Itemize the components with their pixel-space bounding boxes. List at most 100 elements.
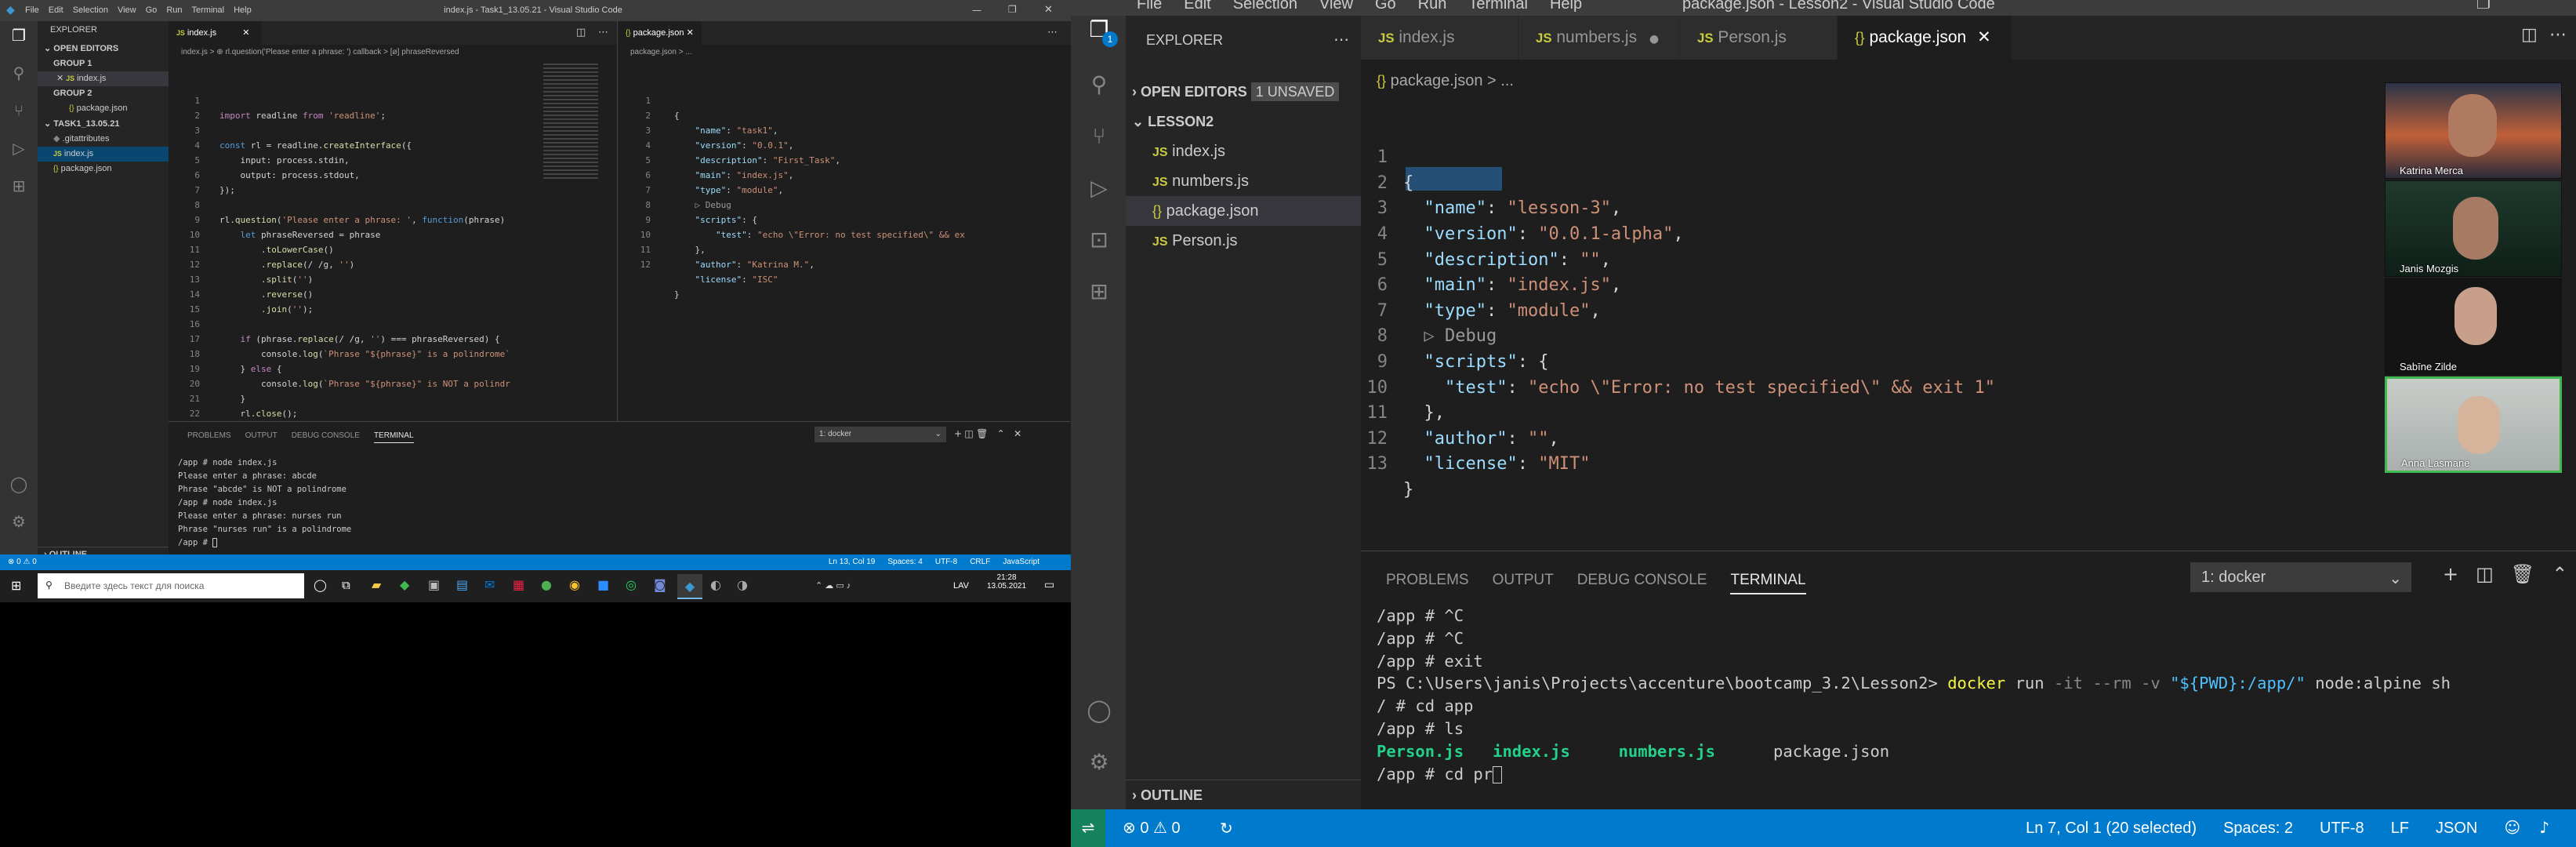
tab-index-js[interactable]: JS index.js [1361,16,1518,60]
more-actions-icon[interactable]: ⋯ [2549,27,2567,44]
trash-icon[interactable]: 🗑 [976,429,988,438]
remote-explorer-icon[interactable]: ⊡ [1087,229,1112,254]
settings-gear-icon[interactable]: ⚙ [9,514,28,533]
more-actions-icon[interactable]: ⋯ [1047,27,1058,38]
tab-package-json[interactable]: {} package.json ✕ [618,21,702,45]
tab-problems[interactable]: PROBLEMS [1386,572,1469,588]
status-language[interactable]: JavaScript [1003,558,1039,566]
participant-video-1[interactable]: Katrina Merca [2385,82,2562,179]
zoom-icon[interactable]: ■ [597,579,609,591]
more-actions-icon[interactable]: ⋯ [1333,31,1349,47]
tab-output[interactable]: OUTPUT [1493,572,1554,588]
chrome-icon[interactable]: ◉ [569,579,580,591]
close-window-icon[interactable]: ✕ [1044,5,1053,15]
menu-selection[interactable]: Selection [68,0,113,21]
add-terminal-icon[interactable]: + [2443,565,2458,583]
explorer-icon[interactable]: ❐ [9,27,28,46]
tab-numbers-js[interactable]: JS numbers.js ● [1518,16,1679,60]
app-icon[interactable]: ◆ [400,579,409,591]
split-editor-icon[interactable]: ◫ [576,27,586,38]
task-view-icon[interactable]: ⧉ [342,580,350,591]
restore-icon[interactable]: ❐ [2476,0,2491,11]
folder-header[interactable]: ⌄ LESSON2 [1126,107,1361,136]
file-index-js[interactable]: JS index.js [1126,136,1361,166]
file-explorer-icon[interactable]: ▰ [372,579,381,591]
cortana-icon[interactable]: ◯ [314,580,327,591]
tab-package-json[interactable]: {} package.json ✕ [1838,16,2012,60]
status-encoding[interactable]: UTF-8 [935,558,957,566]
minimap[interactable] [543,64,598,181]
outline-header[interactable]: › OUTLINE [1126,780,1361,809]
more-actions-icon[interactable]: ⋯ [598,27,608,38]
maximize-panel-icon[interactable]: ⌃ [997,429,1005,438]
status-eol[interactable]: LF [2391,820,2409,837]
menu-view[interactable]: View [1319,0,1353,13]
status-language[interactable]: JSON [2436,820,2477,837]
menu-edit[interactable]: Edit [44,0,68,21]
participant-video-2[interactable]: Janis Mozgis [2385,180,2562,277]
tray-clock[interactable]: 21:28 13.05.2021 [983,573,1030,591]
source-control-icon[interactable]: ⑂ [1087,125,1112,151]
app-icon[interactable]: ◑ [737,579,748,591]
tab-output[interactable]: OUTPUT [245,431,278,440]
json-lines[interactable]: { "name": "task1", "version": "0.0.1", "… [674,108,965,302]
unsaved-dot-icon[interactable]: ● [1649,34,1659,45]
terminal-select[interactable]: 1: docker ⌄ [815,427,946,442]
file-package-json[interactable]: {} package.json [38,162,169,176]
source-control-icon[interactable]: ⑂ [9,103,28,122]
notification-icon[interactable]: ▭ [1044,580,1054,591]
menu-run[interactable]: Run [161,0,187,21]
remote-indicator-icon[interactable]: ⇌ [1071,809,1105,847]
menu-edit[interactable]: Edit [1184,0,1210,13]
open-editors-header[interactable]: › OPEN EDITORS 1 UNSAVED [1126,77,1361,107]
account-icon[interactable]: ◯ [9,476,28,495]
close-icon[interactable]: ✕ [242,28,249,37]
tab-debug-console[interactable]: DEBUG CONSOLE [1577,572,1707,588]
minimize-icon[interactable]: — [972,5,981,15]
status-indent[interactable]: Spaces: 2 [2223,820,2293,837]
menu-file[interactable]: File [20,0,44,21]
close-icon[interactable]: ✕ [1977,29,1991,45]
windows-start-icon[interactable]: ⊞ [11,580,21,592]
search-icon[interactable]: ⚲ [9,65,28,84]
app-icon[interactable]: ▤ [456,579,468,591]
participant-video-3[interactable]: Sabīne Zilde [2385,278,2562,375]
menu-go[interactable]: Go [1375,0,1396,13]
menu-selection[interactable]: Selection [1233,0,1297,13]
extensions-icon[interactable]: ⊞ [1087,281,1112,306]
tab-problems[interactable]: PROBLEMS [187,431,231,440]
mail-icon[interactable]: ✉ [484,579,495,591]
menu-terminal[interactable]: Terminal [1468,0,1528,13]
file-index-js[interactable]: JS index.js [38,147,169,162]
file-package-json[interactable]: {} package.json [1126,196,1361,226]
taskbar-search-box[interactable]: ⚲ Введите здесь текст для поиска [38,573,304,598]
whatsapp-icon[interactable]: ◎ [626,579,637,591]
close-panel-icon[interactable]: ✕ [1014,429,1021,438]
menu-go[interactable]: Go [141,0,162,21]
notifications-bell-icon[interactable]: ♪ [2539,820,2549,835]
add-terminal-icon[interactable]: + [954,429,962,438]
status-encoding[interactable]: UTF-8 [2320,820,2364,837]
status-indent[interactable]: Spaces: 4 [887,558,922,566]
live-share-icon[interactable]: ↻ [1220,820,1233,836]
status-problems[interactable]: ⊗ 0 ⚠ 0 [1123,820,1181,837]
maximize-panel-icon[interactable]: ⌃ [2552,565,2567,583]
app-icon[interactable]: ▦ [513,579,524,591]
tab-index-js[interactable]: JS index.js ✕ [169,21,261,45]
status-cursor[interactable]: Ln 7, Col 1 (20 selected) [2026,820,2197,837]
file-person-js[interactable]: JS Person.js [1126,226,1361,256]
trash-icon[interactable]: 🗑 [2511,565,2534,583]
menu-help[interactable]: Help [1550,0,1582,13]
feedback-icon[interactable]: ☺ [2504,820,2520,835]
open-editor-index-js[interactable]: ✕ JS index.js [38,71,169,86]
app-icon[interactable]: ▣ [428,579,440,591]
menu-view[interactable]: View [113,0,141,21]
tab-terminal[interactable]: TERMINAL [1730,572,1806,594]
status-problems[interactable]: ⊗ 0 ⚠ 0 [8,558,37,566]
run-debug-icon[interactable]: ▷ [1087,177,1112,202]
extensions-icon[interactable]: ⊞ [9,178,28,197]
menu-run[interactable]: Run [1418,0,1447,13]
tab-debug-console[interactable]: DEBUG CONSOLE [292,431,360,440]
menu-terminal[interactable]: Terminal [187,0,230,21]
app-icon[interactable]: ◐ [710,579,721,591]
